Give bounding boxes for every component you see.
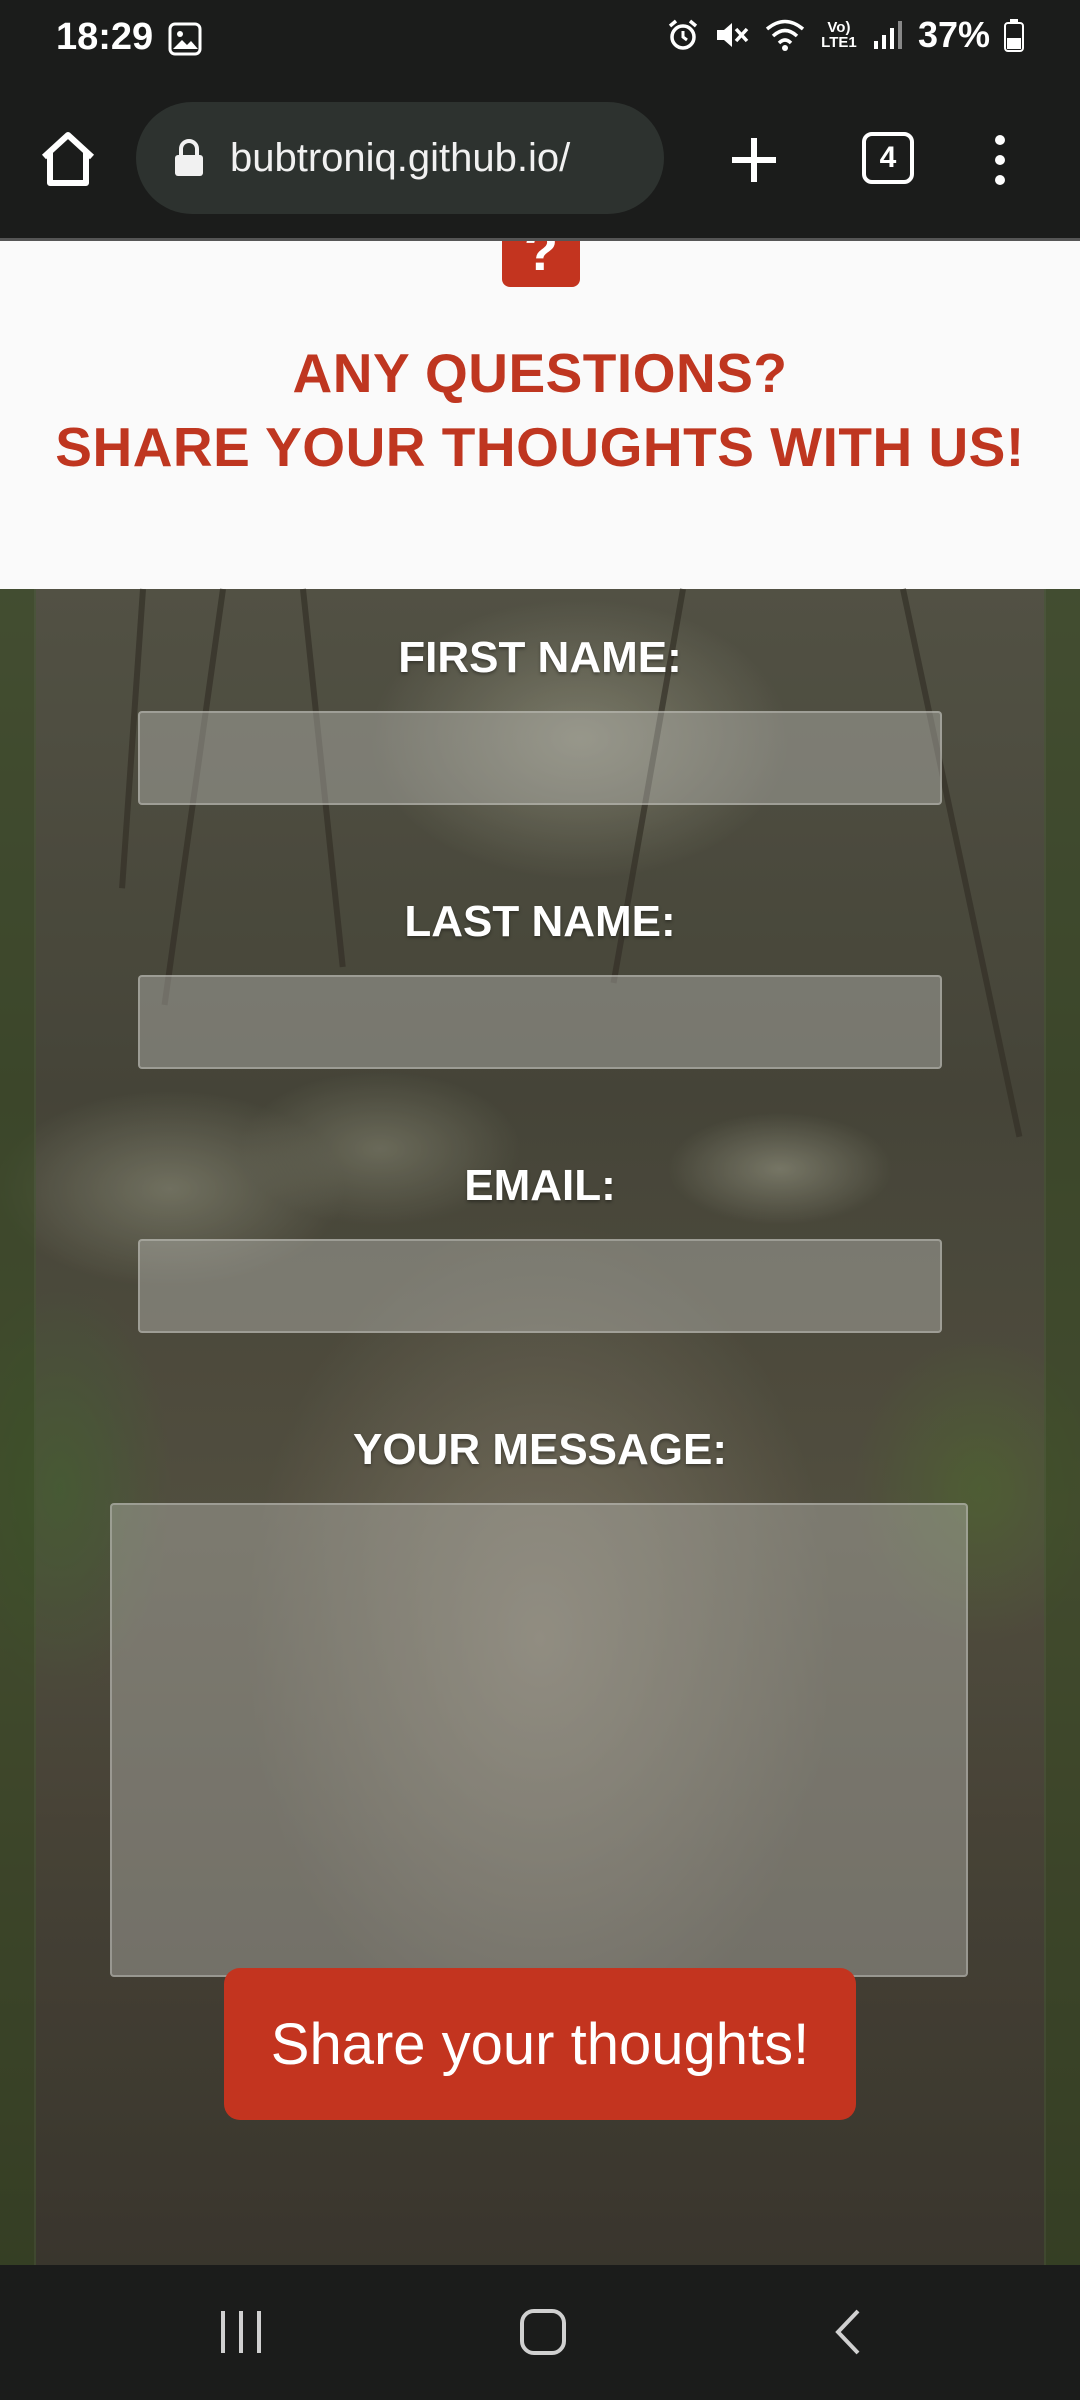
first-name-label: FIRST NAME: — [398, 633, 682, 682]
email-input[interactable] — [138, 1239, 942, 1333]
system-navigation-bar — [0, 2265, 1080, 2400]
wifi-icon — [765, 19, 805, 51]
last-name-label: LAST NAME: — [404, 897, 676, 946]
battery-percent: 37% — [917, 14, 990, 55]
more-menu-icon[interactable] — [980, 132, 1020, 188]
lock-icon — [175, 139, 203, 176]
first-name-input[interactable] — [138, 711, 942, 805]
share-thoughts-button[interactable]: Share your thoughts! — [224, 1968, 856, 2120]
status-time: 18:29 — [56, 16, 154, 58]
email-label: EMAIL: — [464, 1161, 616, 1210]
heading-line-2: SHARE YOUR THOUGHTS WITH US! — [55, 416, 1025, 478]
back-icon[interactable] — [830, 2307, 864, 2357]
browser-toolbar: bubtroniq.github.io/ 4 — [0, 80, 1080, 241]
url-text: bubtroniq.github.io/ — [230, 135, 571, 180]
home-nav-icon[interactable] — [518, 2307, 568, 2357]
recent-apps-icon[interactable] — [218, 2307, 264, 2357]
tab-switcher-button[interactable]: 4 — [862, 132, 914, 184]
alarm-icon — [668, 19, 698, 50]
home-icon[interactable] — [36, 127, 100, 191]
gallery-notification-icon — [168, 22, 202, 56]
contact-form-section: FIRST NAME: LAST NAME: EMAIL: YOUR MESSA… — [0, 588, 1080, 2265]
battery-icon — [1004, 19, 1024, 52]
last-name-input[interactable] — [138, 975, 942, 1069]
question-badge-icon: ? — [502, 241, 580, 287]
new-tab-icon[interactable] — [722, 128, 786, 192]
mute-icon — [716, 23, 749, 47]
address-bar[interactable]: bubtroniq.github.io/ — [136, 102, 664, 214]
message-label: YOUR MESSAGE: — [352, 1425, 728, 1474]
signal-icon — [873, 21, 902, 49]
message-textarea[interactable] — [110, 1503, 968, 1977]
status-bar: 18:29 Vo) LTE1 37% — [0, 0, 1080, 80]
page-heading: ANY QUESTIONS? SHARE YOUR THOUGHTS WITH … — [0, 336, 1080, 484]
web-page: ? ANY QUESTIONS? SHARE YOUR THOUGHTS WIT… — [0, 241, 1080, 2265]
tab-count: 4 — [879, 141, 897, 174]
network-label: Vo) LTE1 — [821, 19, 857, 51]
heading-line-1: ANY QUESTIONS? — [292, 342, 788, 404]
status-icons: Vo) LTE1 37% — [666, 14, 1024, 56]
